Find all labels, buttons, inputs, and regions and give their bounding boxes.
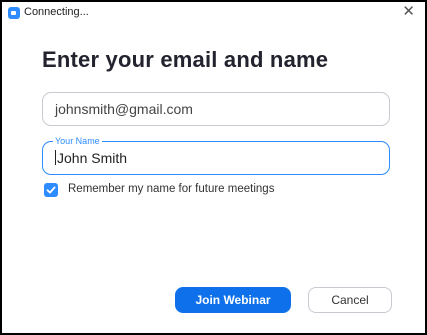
email-input-value: johnsmith@gmail.com xyxy=(55,101,193,117)
dialog-heading: Enter your email and name xyxy=(42,47,329,72)
name-input[interactable]: Your Name John Smith xyxy=(42,135,390,175)
name-input-value: John Smith xyxy=(57,150,128,166)
email-input[interactable]: johnsmith@gmail.com xyxy=(42,92,390,126)
join-webinar-button[interactable]: Join Webinar xyxy=(175,287,291,313)
checkmark-icon xyxy=(46,186,56,194)
dialog-window: Connecting... ✕ Enter your email and nam… xyxy=(2,2,425,333)
name-input-label: Your Name xyxy=(53,135,102,147)
window-title: Connecting... xyxy=(24,6,89,18)
title-bar: Connecting... ✕ xyxy=(2,2,425,24)
zoom-app-icon xyxy=(8,7,20,19)
close-icon[interactable]: ✕ xyxy=(402,3,415,21)
cancel-button[interactable]: Cancel xyxy=(308,287,392,313)
text-cursor xyxy=(55,150,56,165)
remember-name-checkbox[interactable] xyxy=(44,183,58,197)
remember-name-label[interactable]: Remember my name for future meetings xyxy=(68,183,274,195)
